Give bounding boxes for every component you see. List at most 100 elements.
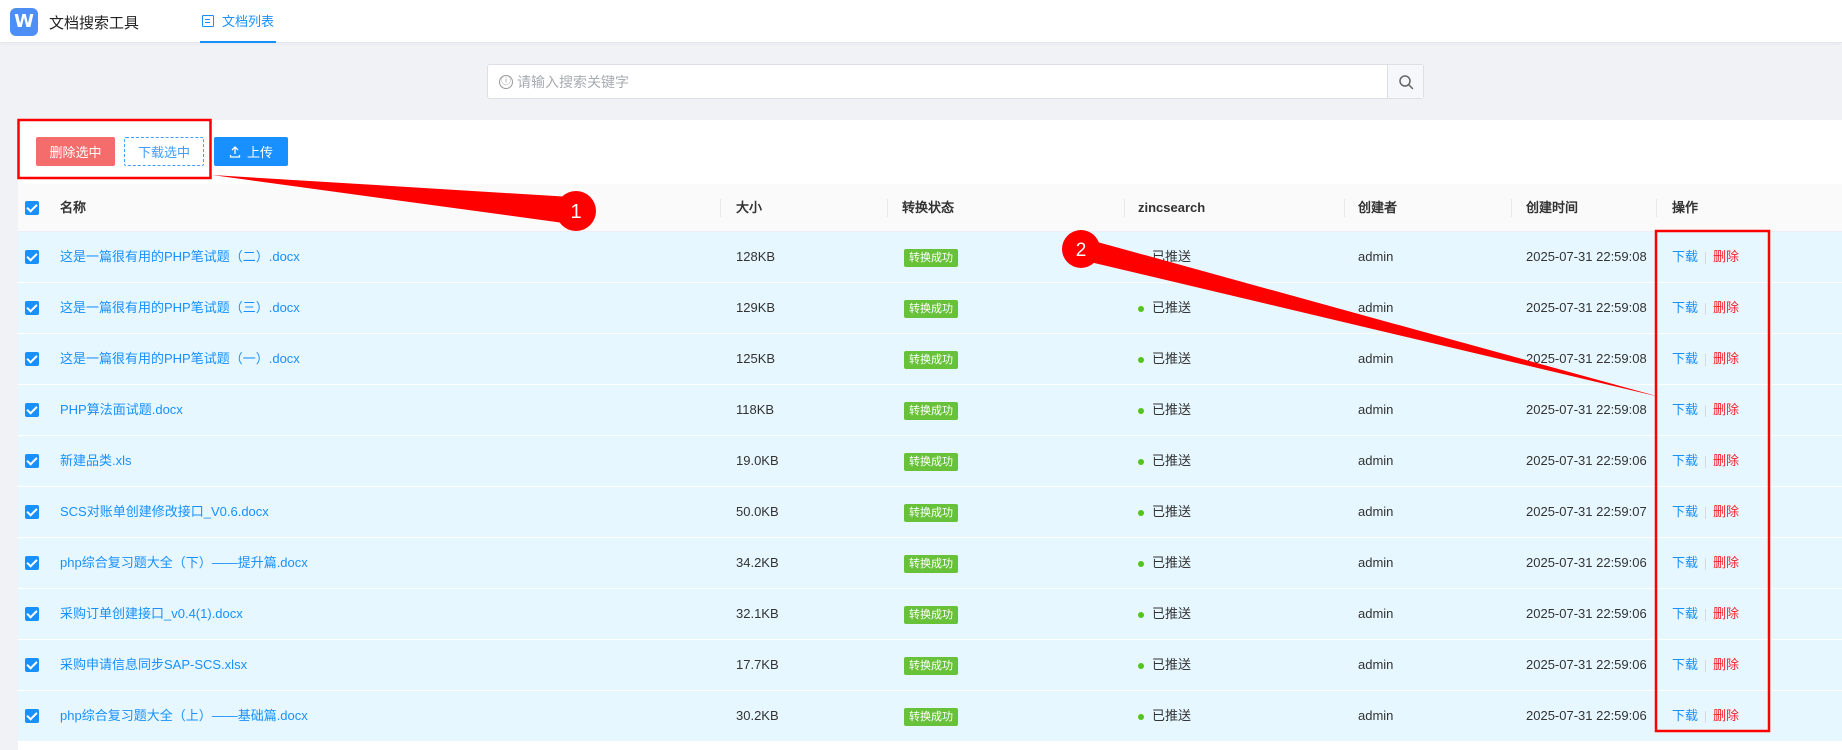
delete-link[interactable]: 删除 [1713, 300, 1739, 315]
delete-link[interactable]: 删除 [1713, 708, 1739, 723]
delete-link[interactable]: 删除 [1713, 606, 1739, 621]
column-divider [720, 199, 721, 217]
row-checkbox[interactable] [25, 709, 39, 723]
download-link[interactable]: 下载 [1672, 555, 1698, 570]
file-size: 118KB [736, 402, 775, 417]
row-checkbox[interactable] [25, 403, 39, 417]
column-header-size[interactable]: 大小 [736, 184, 762, 232]
tab-document-list[interactable]: 文档列表 [200, 0, 277, 43]
list-icon [202, 14, 214, 27]
column-divider [1656, 199, 1657, 217]
status-dot-icon [1138, 407, 1144, 414]
row-checkbox[interactable] [25, 352, 39, 366]
search-icon [1398, 74, 1413, 89]
table-header: 名称 大小 转换状态 zincsearch 创建者 创建时间 操作 [18, 184, 1842, 232]
action-divider [1705, 404, 1707, 417]
created-at: 2025-07-31 22:59:08 [1526, 249, 1647, 264]
file-size: 17.7KB [736, 657, 779, 672]
file-name-link[interactable]: 采购申请信息同步SAP-SCS.xlsx [60, 640, 247, 690]
info-icon: ⓘ [499, 75, 513, 89]
download-selected-button[interactable]: 下载选中 [124, 137, 204, 166]
row-checkbox[interactable] [25, 607, 39, 621]
file-size: 32.1KB [736, 606, 779, 621]
column-header-creator[interactable]: 创建者 [1358, 184, 1397, 232]
push-status: 已推送 [1152, 249, 1192, 264]
status-dot-icon [1138, 611, 1144, 618]
status-dot-icon [1138, 254, 1144, 261]
column-divider [1344, 199, 1345, 217]
download-link[interactable]: 下载 [1672, 300, 1698, 315]
upload-button[interactable]: 上传 [214, 137, 288, 166]
table-row[interactable]: 采购申请信息同步SAP-SCS.xlsx 17.7KB 转换成功 已推送 admin 20… [18, 640, 1842, 691]
status-dot-icon [1138, 356, 1144, 363]
push-status-cell: 已推送 [1138, 589, 1191, 639]
row-checkbox[interactable] [25, 556, 39, 570]
creator: admin [1358, 300, 1394, 315]
column-header-name[interactable]: 名称 [60, 184, 86, 232]
table-row[interactable]: php综合复习题大全（上）——基础篇.docx 30.2KB 转换成功 已推送 admi… [18, 691, 1842, 742]
file-name-link[interactable]: 采购订单创建接口_v0.4(1).docx [60, 589, 243, 639]
status-dot-icon [1138, 458, 1144, 465]
delete-link[interactable]: 删除 [1713, 453, 1739, 468]
table-row[interactable]: php综合复习题大全（下）——提升篇.docx 34.2KB 转换成功 已推送 admi… [18, 538, 1842, 589]
action-divider [1705, 251, 1707, 264]
file-name-link[interactable]: 这是一篇很有用的PHP笔试题（二）.docx [60, 232, 300, 282]
table-row[interactable]: 这是一篇很有用的PHP笔试题（三）.docx 129KB 转换成功 已推送 admin 2… [18, 283, 1842, 334]
download-link[interactable]: 下载 [1672, 453, 1698, 468]
file-name-link[interactable]: SCS对账单创建修改接口_V0.6.docx [60, 487, 269, 537]
download-link[interactable]: 下载 [1672, 606, 1698, 621]
table-row[interactable]: 新建品类.xls 19.0KB 转换成功 已推送 admin 2025-07-31 22:… [18, 436, 1842, 487]
push-status-cell: 已推送 [1138, 487, 1191, 537]
download-link[interactable]: 下载 [1672, 657, 1698, 672]
actions-cell: 下载 删除 [1672, 232, 1739, 282]
push-status: 已推送 [1152, 657, 1192, 672]
file-name-link[interactable]: php综合复习题大全（上）——基础篇.docx [60, 691, 308, 741]
push-status-cell: 已推送 [1138, 232, 1191, 282]
search-input[interactable] [517, 65, 1387, 98]
status-badge: 转换成功 [904, 503, 958, 522]
table-row[interactable]: 这是一篇很有用的PHP笔试题（二）.docx 128KB 转换成功 已推送 admin 2… [18, 232, 1842, 283]
actions-cell: 下载 删除 [1672, 691, 1739, 741]
file-name-link[interactable]: PHP算法面试题.docx [60, 385, 183, 435]
action-divider [1705, 302, 1707, 315]
download-link[interactable]: 下载 [1672, 249, 1698, 264]
delete-link[interactable]: 删除 [1713, 555, 1739, 570]
row-checkbox[interactable] [25, 658, 39, 672]
table-row[interactable]: PHP算法面试题.docx 118KB 转换成功 已推送 admin 2025-07-31… [18, 385, 1842, 436]
status-badge: 转换成功 [904, 452, 958, 471]
column-header-created-at[interactable]: 创建时间 [1526, 184, 1578, 232]
delete-link[interactable]: 删除 [1713, 657, 1739, 672]
select-all-checkbox[interactable] [25, 201, 39, 215]
delete-link[interactable]: 删除 [1713, 351, 1739, 366]
action-divider [1705, 353, 1707, 366]
row-checkbox[interactable] [25, 301, 39, 315]
search-button[interactable] [1387, 65, 1423, 98]
download-link[interactable]: 下载 [1672, 351, 1698, 366]
push-status: 已推送 [1152, 351, 1192, 366]
file-name-link[interactable]: 这是一篇很有用的PHP笔试题（一）.docx [60, 334, 300, 384]
row-checkbox[interactable] [25, 505, 39, 519]
status-cell: 转换成功 [904, 538, 958, 588]
delete-link[interactable]: 删除 [1713, 504, 1739, 519]
row-checkbox[interactable] [25, 454, 39, 468]
delete-selected-button[interactable]: 删除选中 [36, 137, 115, 166]
status-badge: 转换成功 [904, 554, 958, 573]
download-link[interactable]: 下载 [1672, 504, 1698, 519]
row-checkbox[interactable] [25, 250, 39, 264]
delete-link[interactable]: 删除 [1713, 402, 1739, 417]
table-row[interactable]: 这是一篇很有用的PHP笔试题（一）.docx 125KB 转换成功 已推送 admin 2… [18, 334, 1842, 385]
creator: admin [1358, 351, 1394, 366]
file-size: 128KB [736, 249, 776, 264]
file-name-link[interactable]: php综合复习题大全（下）——提升篇.docx [60, 538, 308, 588]
table-row[interactable]: SCS对账单创建修改接口_V0.6.docx 50.0KB 转换成功 已推送 admin… [18, 487, 1842, 538]
action-divider [1705, 608, 1707, 621]
table-row[interactable]: 采购订单创建接口_v0.4(1).docx 32.1KB 转换成功 已推送 admin 2… [18, 589, 1842, 640]
download-link[interactable]: 下载 [1672, 402, 1698, 417]
column-header-zincsearch[interactable]: zincsearch [1138, 184, 1205, 232]
file-name-link[interactable]: 这是一篇很有用的PHP笔试题（三）.docx [60, 283, 300, 333]
file-name-link[interactable]: 新建品类.xls [60, 436, 132, 486]
delete-link[interactable]: 删除 [1713, 249, 1739, 264]
download-link[interactable]: 下载 [1672, 708, 1698, 723]
status-cell: 转换成功 [904, 589, 958, 639]
column-header-status[interactable]: 转换状态 [902, 184, 954, 232]
